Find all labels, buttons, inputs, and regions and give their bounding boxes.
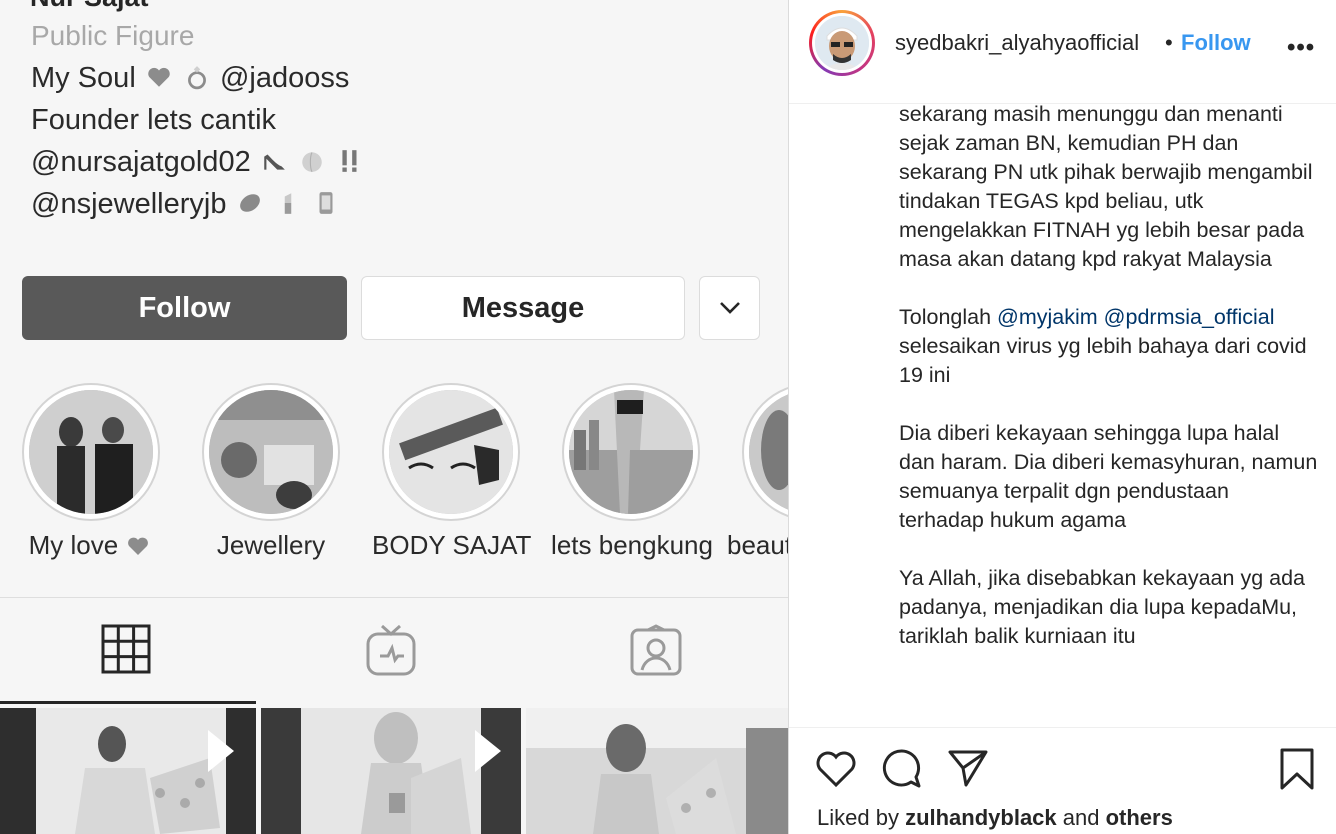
mention-link[interactable]: @myjakim <box>997 305 1098 329</box>
post-follow-button[interactable]: Follow <box>1181 30 1251 56</box>
highlight-lets-bengkung[interactable] <box>562 383 700 521</box>
igtv-icon[interactable] <box>366 624 416 676</box>
tagged-icon[interactable] <box>630 624 682 676</box>
ring-emoji-icon <box>187 66 206 90</box>
caption-paragraph: Dia diberi kekayaan sehingga lupa halal … <box>899 421 1318 532</box>
lips-emoji-icon <box>239 194 260 212</box>
grid-post-1[interactable] <box>0 708 256 834</box>
like-heart-icon[interactable] <box>815 748 857 788</box>
actions-divider <box>789 727 1336 728</box>
bio-line: My Soul @jadooss <box>31 62 350 94</box>
suggested-dropdown-button[interactable] <box>699 276 760 340</box>
phone-emoji-icon <box>319 192 333 214</box>
liked-by: Liked by zulhandyblack and others <box>817 805 1173 830</box>
post-username[interactable]: syedbakri_alyahyaofficial <box>895 30 1139 56</box>
more-options-icon[interactable]: ••• <box>1287 34 1315 62</box>
highlight-thumbnail <box>29 390 153 514</box>
share-icon[interactable] <box>947 748 989 788</box>
tabs-divider <box>0 597 788 598</box>
highlight-label: My love <box>22 530 158 561</box>
highlight-thumbnail <box>569 390 693 514</box>
heart-emoji-icon <box>128 537 149 555</box>
post-panel: syedbakri_alyahyaofficial • Follow ••• s… <box>788 0 1336 834</box>
bio-line: @nursajatgold02 <box>31 146 365 179</box>
highlight-my-love[interactable] <box>22 383 160 521</box>
separator-dot: • <box>1165 30 1173 55</box>
post-header: syedbakri_alyahyaofficial • Follow ••• <box>789 0 1336 104</box>
grid-icon[interactable] <box>101 624 151 674</box>
bio-line: Founder lets cantik <box>31 104 277 136</box>
highlight-thumbnail <box>389 390 513 514</box>
bookmark-icon[interactable] <box>1279 748 1315 790</box>
caption-paragraph: Tolonglah @myjakim @pdrmsia_official sel… <box>899 305 1307 387</box>
highlight-label: beaut <box>727 530 788 560</box>
profile-follow-button[interactable]: Follow <box>22 276 347 340</box>
double-exclamation-icon <box>342 150 357 172</box>
caption-paragraph: Ya Allah, jika disebabkan kekayaan yg ad… <box>899 566 1305 648</box>
heart-emoji-icon <box>148 67 170 87</box>
profile-screenshot: Nur Sajat Public Figure My Soul @jadooss… <box>0 0 788 834</box>
highlight-body-sajat[interactable] <box>382 383 520 521</box>
highlight-beauty[interactable] <box>742 383 788 521</box>
highlight-label: BODY SAJAT <box>372 530 532 560</box>
lipstick-emoji-icon <box>284 193 291 214</box>
highlight-jewellery[interactable] <box>202 383 340 521</box>
highlight-label: Jewellery <box>216 530 326 560</box>
heel-emoji-icon <box>264 154 285 170</box>
story-ring[interactable] <box>809 10 875 76</box>
message-button[interactable]: Message <box>361 276 685 340</box>
mention-link[interactable]: @pdrmsia_official <box>1104 305 1275 329</box>
liked-by-others-link[interactable]: others <box>1106 805 1173 830</box>
grid-post-2[interactable] <box>261 708 521 834</box>
highlight-label: lets bengkung <box>551 530 713 560</box>
avatar <box>815 16 869 70</box>
highlight-thumbnail <box>209 390 333 514</box>
profile-category: Public Figure <box>31 20 195 51</box>
highlight-thumbnail <box>749 390 788 514</box>
liked-by-user-link[interactable]: zulhandyblack <box>905 805 1057 830</box>
caption-paragraph: sekarang masih menunggu dan menanti seja… <box>899 102 1313 271</box>
peach-emoji-icon <box>302 152 322 173</box>
profile-name: Nur Sajat <box>30 0 149 13</box>
grid-post-3[interactable] <box>526 708 788 834</box>
chevron-down-icon <box>719 302 740 314</box>
active-tab-indicator <box>0 701 256 704</box>
bio-line: @nsjewelleryjb <box>31 188 341 221</box>
comment-icon[interactable] <box>881 748 923 788</box>
post-caption: sekarang masih menunggu dan menanti seja… <box>899 100 1319 712</box>
